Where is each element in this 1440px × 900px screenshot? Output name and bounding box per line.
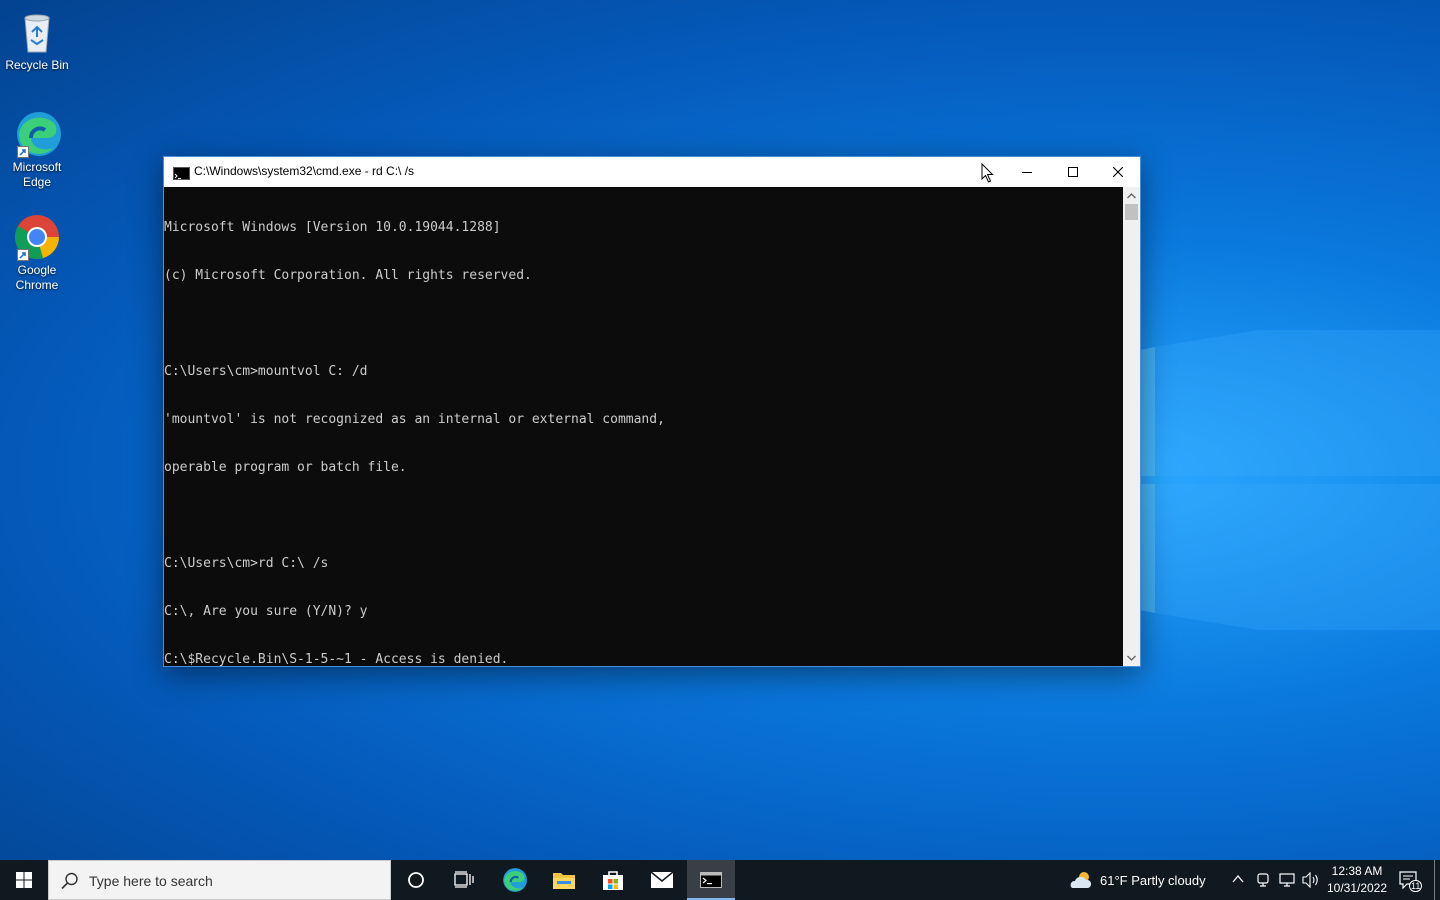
taskbar: Type here to search 61°F Partly cloudy 1… bbox=[0, 860, 1440, 900]
network-icon[interactable] bbox=[1279, 872, 1295, 888]
windows-logo-icon bbox=[16, 872, 32, 888]
cmd-icon bbox=[700, 872, 722, 888]
taskbar-mail-button[interactable] bbox=[638, 860, 686, 900]
weather-text[interactable]: 61°F Partly cloudy bbox=[1100, 873, 1206, 888]
cortana-circle-icon bbox=[408, 872, 424, 888]
chevron-up-icon bbox=[1127, 192, 1136, 198]
desktop-icon-microsoft-edge[interactable]: Microsoft Edge bbox=[4, 110, 70, 190]
desktop: Recycle Bin Microsoft Edge Google Chrome… bbox=[0, 0, 1440, 860]
console-line: operable program or batch file. bbox=[164, 460, 407, 475]
desktop-icon-recycle-bin[interactable]: Recycle Bin bbox=[4, 8, 70, 73]
chevron-down-icon bbox=[1127, 655, 1136, 661]
cmd-window[interactable]: C:\Windows\system32\cmd.exe - rd C:\ /s … bbox=[163, 156, 1141, 667]
task-view-button[interactable] bbox=[440, 860, 488, 900]
start-button[interactable] bbox=[0, 860, 48, 900]
desktop-icon-label: Microsoft Edge bbox=[12, 160, 62, 189]
desktop-icon-google-chrome[interactable]: Google Chrome bbox=[4, 213, 70, 293]
taskbar-edge-button[interactable] bbox=[490, 860, 538, 900]
taskbar-cmd-button[interactable] bbox=[687, 860, 735, 900]
volume-icon[interactable] bbox=[1302, 872, 1320, 888]
close-button[interactable] bbox=[1095, 157, 1141, 187]
console-output[interactable]: Microsoft Windows [Version 10.0.19044.12… bbox=[164, 187, 1123, 666]
folder-icon bbox=[553, 873, 575, 889]
mail-icon bbox=[650, 871, 674, 888]
console-line: (c) Microsoft Corporation. All rights re… bbox=[164, 268, 532, 283]
meet-now-icon[interactable] bbox=[1256, 872, 1270, 888]
vertical-scrollbar[interactable] bbox=[1123, 187, 1140, 666]
action-center-button[interactable]: 11 bbox=[1396, 860, 1426, 900]
console-line: C:\$Recycle.Bin\S-1-5-~1 - Access is den… bbox=[164, 652, 509, 666]
minimize-button[interactable] bbox=[1004, 157, 1050, 187]
scrollbar-thumb[interactable] bbox=[1125, 204, 1138, 220]
clock[interactable]: 12:38 AM 10/31/2022 bbox=[1326, 863, 1388, 897]
clock-date: 10/31/2022 bbox=[1326, 881, 1388, 895]
edge-icon bbox=[503, 868, 527, 892]
recycle-bin-icon bbox=[13, 8, 61, 56]
desktop-icon-label: Recycle Bin bbox=[5, 58, 69, 72]
mouse-pointer-icon bbox=[981, 163, 994, 183]
task-view-icon bbox=[454, 871, 474, 888]
console-line: C:\, Are you sure (Y/N)? y bbox=[164, 604, 368, 619]
scroll-up-button[interactable] bbox=[1123, 187, 1140, 204]
show-desktop-button[interactable] bbox=[1434, 860, 1435, 900]
store-bag-icon bbox=[603, 871, 623, 890]
cortana-button[interactable] bbox=[392, 860, 440, 900]
taskbar-file-explorer-button[interactable] bbox=[540, 860, 588, 900]
cmd-title: C:\Windows\system32\cmd.exe - rd C:\ /s bbox=[194, 164, 415, 178]
desktop-icon-label: Google Chrome bbox=[15, 263, 59, 292]
search-icon bbox=[61, 872, 78, 890]
cmd-app-icon bbox=[173, 167, 190, 180]
console-line: Microsoft Windows [Version 10.0.19044.12… bbox=[164, 220, 501, 235]
notification-badge: 11 bbox=[1409, 880, 1423, 892]
search-placeholder: Type here to search bbox=[89, 873, 213, 889]
edge-icon bbox=[13, 110, 61, 158]
taskbar-search-box[interactable]: Type here to search bbox=[48, 860, 391, 900]
chevron-up-icon[interactable] bbox=[1232, 874, 1244, 884]
shortcut-arrow-icon bbox=[17, 146, 29, 158]
maximize-icon bbox=[1068, 167, 1078, 177]
scroll-down-button[interactable] bbox=[1123, 649, 1140, 666]
console-line: 'mountvol' is not recognized as an inter… bbox=[164, 412, 665, 427]
console-line: C:\Users\cm>rd C:\ /s bbox=[164, 556, 329, 571]
chrome-icon bbox=[13, 213, 61, 261]
taskbar-store-button[interactable] bbox=[589, 860, 637, 900]
clock-time: 12:38 AM bbox=[1331, 864, 1383, 878]
partly-cloudy-icon[interactable] bbox=[1069, 870, 1093, 890]
maximize-button[interactable] bbox=[1050, 157, 1096, 187]
console-line: C:\Users\cm>mountvol C: /d bbox=[164, 364, 368, 379]
close-icon bbox=[1113, 167, 1123, 177]
shortcut-arrow-icon bbox=[17, 249, 29, 261]
minimize-icon bbox=[1022, 172, 1032, 173]
